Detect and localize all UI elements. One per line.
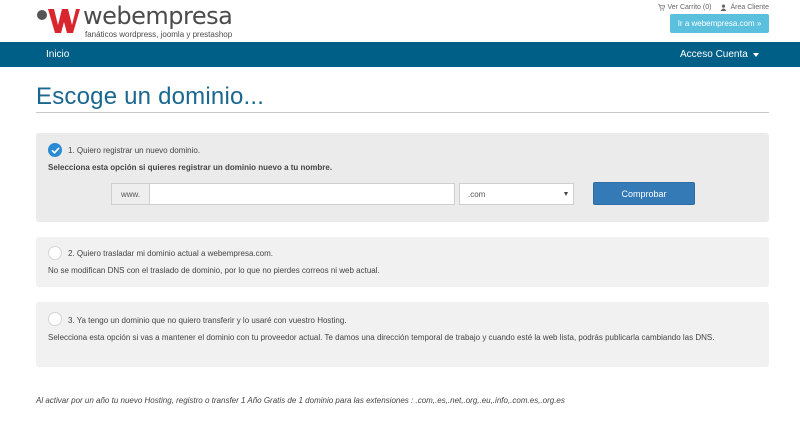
logo[interactable]: webempresa fanáticos wordpress, joomla y…	[36, 2, 276, 39]
tld-select[interactable]: .com	[459, 183, 574, 205]
option-register-title: 1. Quiero registrar un nuevo dominio.	[68, 146, 201, 155]
option-own-domain-radio[interactable]	[48, 312, 62, 326]
option-own-domain-title: 3. Ya tengo un dominio que no quiero tra…	[68, 316, 347, 325]
logo-tagline: fanáticos wordpress, joomla y prestashop	[85, 30, 233, 39]
cart-icon	[657, 4, 665, 11]
option-transfer-panel[interactable]: 2. Quiero trasladar mi dominio actual a …	[36, 237, 769, 287]
domain-input[interactable]	[149, 183, 455, 205]
option-transfer-description: No se modifican DNS con el traslado de d…	[48, 266, 380, 275]
chevron-down-icon	[564, 192, 568, 196]
option-transfer-title: 2. Quiero trasladar mi dominio actual a …	[68, 249, 273, 258]
header: webempresa fanáticos wordpress, joomla y…	[0, 0, 800, 42]
user-icon	[721, 4, 727, 11]
tld-selected-value: .com	[468, 189, 486, 199]
option-register-panel[interactable]: 1. Quiero registrar un nuevo dominio. Se…	[36, 133, 769, 222]
logo-mark-icon	[37, 9, 80, 33]
logo-text: webempresa	[83, 2, 233, 30]
nav-account-label: Acceso Cuenta	[680, 49, 748, 60]
option-transfer-radio[interactable]	[48, 246, 62, 260]
cart-link[interactable]: Ver Carrito (0)	[657, 4, 712, 11]
option-own-domain-description: Selecciona esta opción si vas a mantener…	[48, 333, 715, 342]
client-area-link[interactable]: Área Cliente	[720, 4, 769, 11]
option-register-description: Selecciona esta opción si quieres regist…	[48, 163, 333, 172]
cart-label: Ver Carrito (0)	[667, 4, 712, 11]
go-to-webempresa-button[interactable]: Ir a webempresa.com »	[670, 14, 769, 33]
www-prefix: www.	[111, 183, 149, 205]
client-area-label: Área Cliente	[730, 4, 769, 11]
nav-home-link[interactable]: Inicio	[46, 49, 69, 60]
checkmark-icon	[51, 147, 59, 154]
page-title: Escoge un dominio...	[36, 83, 265, 110]
title-divider	[36, 112, 769, 113]
caret-down-icon	[752, 53, 759, 57]
option-register-radio[interactable]	[48, 143, 62, 157]
nav-account-dropdown[interactable]: Acceso Cuenta	[680, 49, 759, 60]
free-domain-footnote: Al activar por un año tu nuevo Hosting, …	[36, 396, 565, 405]
navbar: Inicio Acceso Cuenta	[0, 42, 800, 67]
top-links: Ver Carrito (0) Área Cliente	[657, 4, 769, 11]
option-own-domain-panel[interactable]: 3. Ya tengo un dominio que no quiero tra…	[36, 302, 769, 367]
check-domain-button[interactable]: Comprobar	[593, 182, 695, 205]
